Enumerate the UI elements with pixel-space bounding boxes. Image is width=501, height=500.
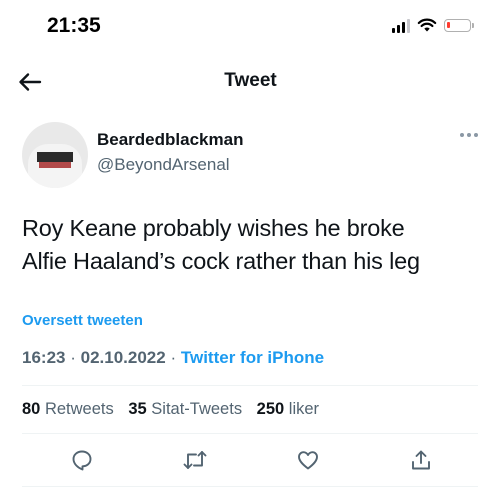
tweet-stats: 80 Retweets 35 Sitat-Tweets 250 liker [22,400,329,419]
battery-icon [444,19,474,32]
tweet-source-link[interactable]: Twitter for iPhone [181,348,324,367]
share-icon [412,450,430,470]
likes-label[interactable]: liker [289,400,319,418]
tweet-time[interactable]: 16:23 [22,348,65,367]
like-icon [298,451,318,470]
nav-header: Tweet [0,58,501,102]
retweet-button[interactable] [181,446,209,474]
wifi-icon [417,18,437,32]
meta-separator: · [70,348,76,367]
quotes-label[interactable]: Sitat-Tweets [151,400,242,418]
divider [22,433,478,434]
meta-separator: · [170,348,177,367]
retweets-label[interactable]: Retweets [45,400,114,418]
like-button[interactable] [294,446,322,474]
tweet-meta: 16:23 · 02.10.2022 · Twitter for iPhone [22,348,324,368]
author-display-name[interactable]: Beardedblackman [97,130,243,150]
reply-icon [72,450,92,471]
likes-count[interactable]: 250 [257,400,285,418]
retweet-icon [183,451,207,469]
tweet-author: Beardedblackman @BeyondArsenal [22,118,492,188]
cellular-signal-icon [392,18,410,33]
tweet-text-line: Roy Keane probably wishes he broke [22,215,405,241]
status-bar: 21:35 [0,0,501,56]
share-button[interactable] [407,446,435,474]
page-title: Tweet [224,70,277,91]
status-icons [392,18,474,33]
translate-tweet-link[interactable]: Oversett tweeten [22,312,143,329]
status-time: 21:35 [47,14,101,37]
tweet-action-bar [0,444,501,478]
more-dots-icon [460,133,464,137]
tweet-text-line: Alfie Haaland’s cock rather than his leg [22,248,420,274]
author-handle[interactable]: @BeyondArsenal [97,155,230,175]
quotes-count[interactable]: 35 [128,400,146,418]
tweet-text: Roy Keane probably wishes he broke Alfie… [22,212,487,278]
more-options-button[interactable] [460,133,478,137]
tweet-date[interactable]: 02.10.2022 [81,348,166,367]
retweets-count[interactable]: 80 [22,400,40,418]
divider [22,385,478,386]
divider [22,486,478,487]
reply-button[interactable] [68,446,96,474]
avatar[interactable] [22,122,88,188]
